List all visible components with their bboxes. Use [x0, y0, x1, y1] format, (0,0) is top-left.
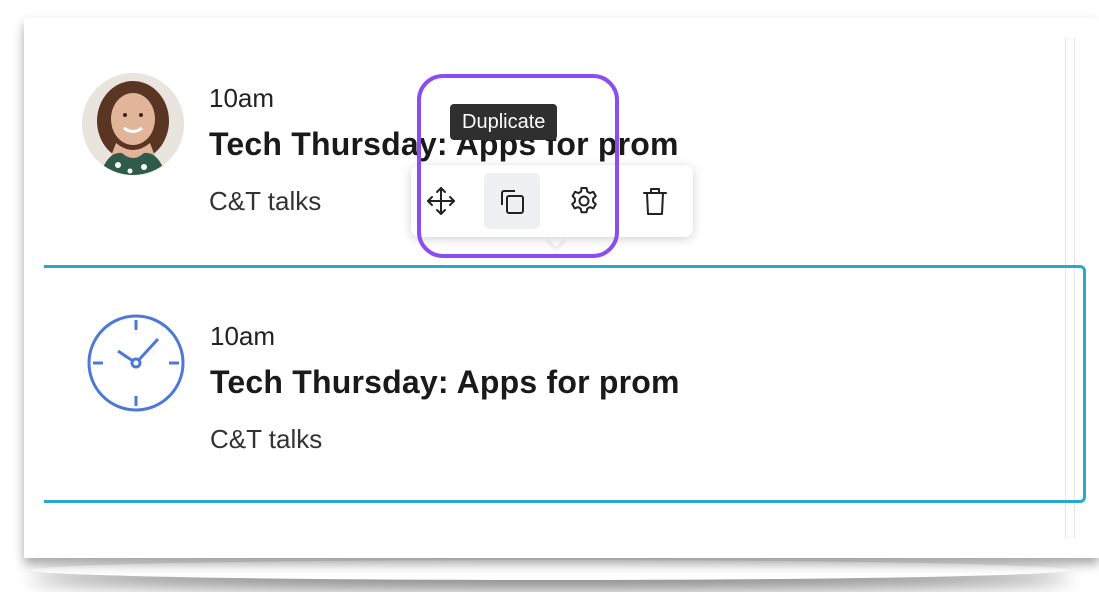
event-category: C&T talks	[210, 424, 323, 454]
event-category: C&T talks	[209, 186, 322, 216]
event-title: Tech Thursday: Apps for prom	[210, 364, 680, 400]
event-item-selected[interactable]: 10am Tech Thursday: Apps for prom C&T ta…	[44, 265, 1086, 503]
avatar	[82, 73, 184, 175]
delete-icon	[643, 188, 667, 215]
clock-icon	[87, 314, 185, 412]
highlight-ring	[417, 74, 619, 258]
page-shadow	[30, 560, 1070, 580]
delete-button[interactable]	[627, 173, 683, 229]
event-time: 10am	[209, 83, 275, 113]
calendar-canvas: 10am Tech Thursday: Apps for prom C&T ta…	[24, 18, 1099, 558]
event-time: 10am	[210, 321, 276, 351]
